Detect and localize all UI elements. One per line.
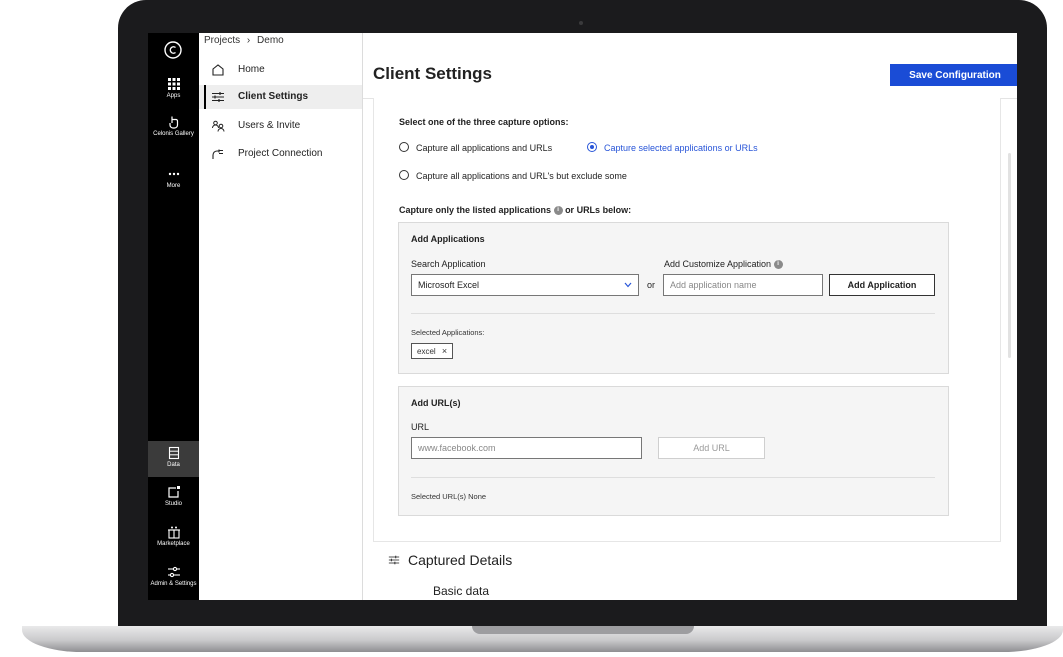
url-label: URL bbox=[411, 422, 430, 432]
rail-item-admin[interactable]: Admin & Settings bbox=[148, 565, 199, 588]
chevron-down-icon bbox=[624, 282, 632, 288]
main-content: Client Settings Save Configuration Selec… bbox=[363, 33, 1017, 600]
customize-application-label: Add Customize Application i bbox=[664, 259, 783, 270]
chip-label: excel bbox=[417, 347, 436, 356]
listed-heading-prefix: Capture only the listed applications bbox=[399, 205, 552, 215]
nav-label: Client Settings bbox=[238, 91, 309, 102]
breadcrumb: Projects › Demo bbox=[204, 35, 284, 46]
laptop-notch bbox=[472, 626, 694, 634]
rail-item-more[interactable]: More bbox=[148, 167, 199, 190]
icon-rail: Apps Celonis Gallery More Data Studio Ma… bbox=[148, 33, 199, 600]
radio-label[interactable]: Capture selected applications or URLs bbox=[604, 143, 758, 153]
breadcrumb-root[interactable]: Projects bbox=[204, 35, 240, 46]
celonis-logo-icon[interactable] bbox=[163, 40, 183, 60]
selected-applications-label: Selected Applications: bbox=[411, 328, 485, 337]
scrollbar[interactable] bbox=[1008, 153, 1011, 358]
search-application-label: Search Application bbox=[411, 259, 486, 269]
rail-label: Apps bbox=[166, 93, 181, 99]
save-configuration-button[interactable]: Save Configuration bbox=[890, 64, 1017, 86]
settings-sliders-icon bbox=[212, 92, 224, 102]
radio-capture-selected[interactable] bbox=[587, 142, 597, 152]
listed-heading-suffix: or URLs below: bbox=[565, 205, 632, 215]
radio-label[interactable]: Capture all applications and URLs bbox=[416, 143, 552, 153]
captured-details-icon bbox=[388, 555, 400, 565]
nav-label: Project Connection bbox=[238, 148, 323, 159]
basic-data-heading: Basic data bbox=[433, 584, 490, 598]
nav-item-home[interactable]: Home bbox=[199, 58, 362, 82]
panel-title: Add Applications bbox=[411, 234, 485, 244]
home-icon bbox=[212, 64, 224, 76]
left-nav: Projects › Demo Home Client Settings Use… bbox=[199, 33, 363, 600]
captured-details-title: Captured Details bbox=[408, 552, 513, 568]
capture-prompt: Select one of the three capture options: bbox=[399, 117, 569, 127]
rail-item-apps[interactable]: Apps bbox=[148, 77, 199, 100]
divider bbox=[411, 477, 935, 478]
nav-label: Home bbox=[238, 64, 265, 75]
ellipsis-icon bbox=[168, 172, 179, 176]
url-input[interactable] bbox=[411, 437, 642, 459]
radio-label[interactable]: Capture all applications and URL's but e… bbox=[416, 171, 627, 181]
rail-label: Data bbox=[167, 462, 180, 468]
rail-label: Admin & Settings bbox=[150, 581, 197, 587]
add-urls-panel: Add URL(s) URL Add URL Selected URL(s) N… bbox=[398, 386, 949, 516]
camera-icon bbox=[579, 21, 583, 25]
select-value: Microsoft Excel bbox=[418, 280, 480, 290]
nav-item-client-settings[interactable]: Client Settings bbox=[199, 85, 362, 109]
rail-item-studio[interactable]: Studio bbox=[148, 485, 199, 508]
rail-item-gallery[interactable]: Celonis Gallery bbox=[148, 115, 199, 138]
add-application-button[interactable]: Add Application bbox=[829, 274, 935, 296]
info-icon[interactable]: i bbox=[773, 260, 783, 270]
page-header: Client Settings Save Configuration bbox=[363, 33, 1017, 99]
page-title: Client Settings bbox=[373, 64, 493, 83]
rail-label: Celonis Gallery bbox=[153, 131, 194, 137]
hand-pointer-icon bbox=[168, 116, 178, 129]
nav-item-users-invite[interactable]: Users & Invite bbox=[199, 114, 362, 138]
rail-label: Studio bbox=[164, 501, 182, 507]
add-url-button[interactable]: Add URL bbox=[658, 437, 765, 459]
breadcrumb-separator: › bbox=[246, 35, 251, 46]
selected-urls-text: Selected URL(s) None bbox=[411, 492, 487, 501]
users-icon bbox=[212, 120, 225, 132]
customize-label-text: Add Customize Application bbox=[664, 259, 772, 269]
nav-item-project-connection[interactable]: Project Connection bbox=[199, 142, 362, 166]
listed-heading: Capture only the listed applications i o… bbox=[399, 205, 632, 216]
studio-icon bbox=[167, 486, 180, 498]
capture-settings-card: Select one of the three capture options:… bbox=[373, 98, 1001, 542]
database-icon bbox=[168, 446, 179, 460]
sliders-icon bbox=[167, 566, 180, 578]
add-applications-panel: Add Applications Search Application Micr… bbox=[398, 222, 949, 374]
selected-application-chip: excel × bbox=[411, 343, 454, 359]
breadcrumb-current: Demo bbox=[257, 35, 284, 46]
close-icon[interactable]: × bbox=[442, 346, 447, 356]
gift-icon bbox=[167, 526, 180, 539]
rail-label: More bbox=[166, 183, 181, 189]
or-label: or bbox=[647, 280, 656, 290]
radio-capture-all[interactable] bbox=[399, 142, 409, 152]
divider bbox=[411, 313, 935, 314]
grid-icon bbox=[167, 78, 180, 90]
info-icon[interactable]: i bbox=[553, 206, 563, 216]
panel-title: Add URL(s) bbox=[411, 398, 461, 408]
application-name-input[interactable] bbox=[663, 274, 823, 296]
radio-capture-exclude[interactable] bbox=[399, 170, 409, 180]
rail-item-marketplace[interactable]: Marketplace bbox=[148, 525, 199, 548]
search-application-select[interactable]: Microsoft Excel bbox=[411, 274, 639, 296]
app-screen: Apps Celonis Gallery More Data Studio Ma… bbox=[148, 33, 1017, 600]
rail-label: Marketplace bbox=[157, 541, 190, 547]
rail-item-data[interactable]: Data bbox=[148, 441, 199, 477]
nav-label: Users & Invite bbox=[238, 120, 301, 131]
plug-icon bbox=[212, 149, 223, 159]
